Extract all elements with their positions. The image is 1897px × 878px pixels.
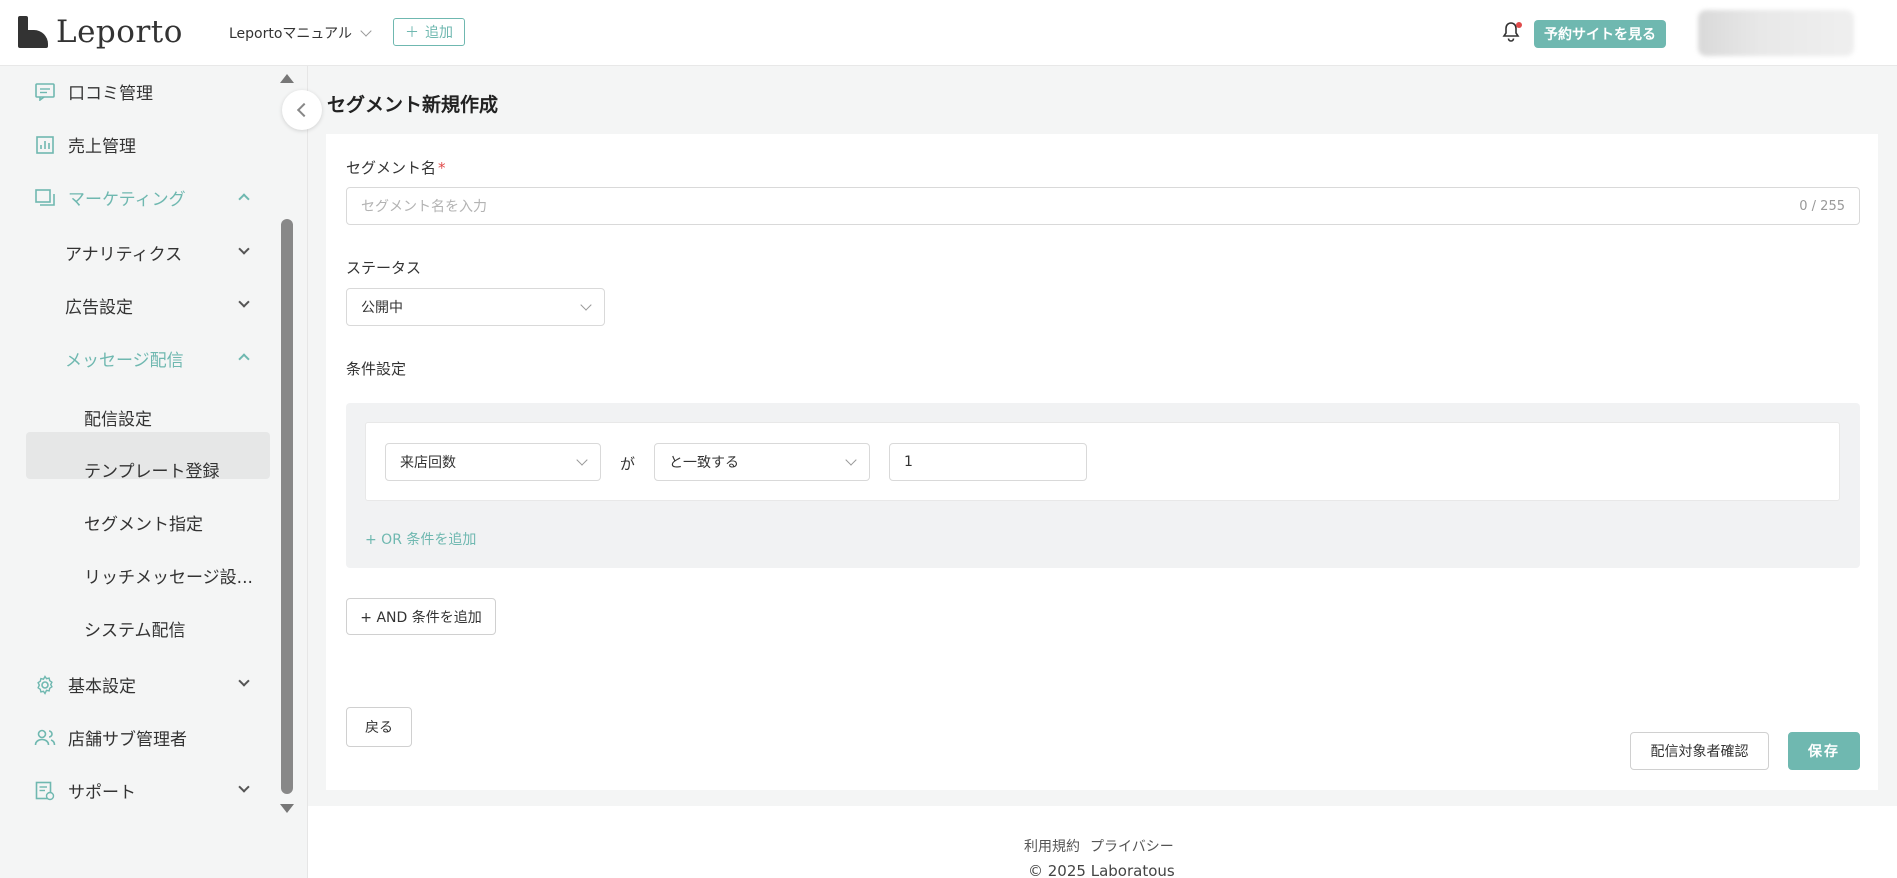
- sidebar-item-label: サポート: [68, 783, 136, 803]
- sidebar-item-label: システム配信: [84, 621, 186, 641]
- sidebar-item-ads[interactable]: 広告設定: [65, 293, 133, 318]
- privacy-link[interactable]: プライバシー: [1090, 836, 1174, 856]
- sidebar-item-support[interactable]: サポート: [34, 778, 136, 803]
- sidebar-item-sales[interactable]: 売上管理: [34, 132, 136, 157]
- condition-field-select[interactable]: 来店回数: [385, 443, 601, 481]
- segment-name-input[interactable]: セグメント名を入力 0 / 255: [346, 187, 1860, 225]
- sidebar-item-label: 広告設定: [65, 298, 133, 318]
- top-header: Leporto Leportoマニュアル ＋ 追加 予約サイトを見る: [0, 0, 1897, 66]
- sidebar-collapse-button[interactable]: [282, 90, 322, 130]
- notification-dot: [1516, 22, 1522, 28]
- sidebar-item-message-delivery[interactable]: メッセージ配信: [65, 346, 184, 371]
- scroll-down-arrow-icon[interactable]: [280, 804, 294, 813]
- sidebar-item-label: 口コミ管理: [68, 84, 153, 104]
- save-button[interactable]: 保存: [1788, 732, 1860, 770]
- terms-link[interactable]: 利用規約: [1024, 836, 1080, 856]
- marketing-icon: [34, 187, 56, 209]
- condition-field-value: 来店回数: [400, 455, 456, 471]
- logo-mark-icon: [18, 16, 48, 48]
- sidebar-item-template-registration[interactable]: テンプレート登録: [84, 457, 220, 482]
- notification-bell-icon[interactable]: [1502, 22, 1522, 44]
- chevron-down-icon: [580, 299, 592, 311]
- add-or-condition-link[interactable]: + OR 条件を追加: [365, 529, 476, 549]
- chevron-down-icon: [238, 296, 250, 308]
- sidebar-item-label: アナリティクス: [65, 245, 183, 265]
- sidebar-item-label: テンプレート登録: [84, 462, 220, 482]
- sidebar-item-rich-message[interactable]: リッチメッセージ設...: [84, 563, 253, 588]
- sidebar-scrollbar-thumb[interactable]: [281, 219, 293, 794]
- sidebar-item-label: セグメント指定: [84, 515, 203, 535]
- sidebar-item-delivery-settings[interactable]: 配信設定: [84, 405, 152, 430]
- manual-select[interactable]: Leportoマニュアル: [229, 23, 372, 43]
- sidebar-item-basic-settings[interactable]: 基本設定: [34, 672, 136, 697]
- add-and-condition-button[interactable]: + AND 条件を追加: [346, 598, 496, 635]
- sidebar-item-analytics[interactable]: アナリティクス: [65, 240, 182, 265]
- leporto-logo[interactable]: Leporto: [18, 14, 183, 50]
- support-icon: [34, 780, 56, 802]
- chevron-down-icon: [360, 25, 372, 37]
- add-button[interactable]: ＋ 追加: [393, 18, 465, 46]
- sidebar-item-marketing[interactable]: マーケティング: [34, 185, 254, 210]
- users-icon: [34, 727, 56, 749]
- sidebar-item-label: マーケティング: [68, 190, 186, 210]
- view-booking-site-button[interactable]: 予約サイトを見る: [1534, 20, 1666, 48]
- status-label: ステータス: [346, 259, 422, 277]
- confirm-recipients-button[interactable]: 配信対象者確認: [1630, 732, 1769, 770]
- page-title: セグメント新規作成: [327, 94, 499, 116]
- chevron-down-icon: [576, 454, 588, 466]
- sidebar-item-label: 基本設定: [68, 677, 136, 697]
- gear-icon: [34, 674, 56, 696]
- status-select[interactable]: 公開中: [346, 288, 605, 326]
- chart-icon: [34, 134, 56, 156]
- segment-name-label-text: セグメント名: [346, 159, 437, 177]
- chevron-down-icon: [845, 454, 857, 466]
- sidebar-item-system-delivery[interactable]: システム配信: [84, 616, 186, 641]
- chevron-up-icon: [238, 353, 250, 365]
- condition-connector: が: [620, 455, 636, 473]
- sidebar: 口コミ管理 売上管理 マーケティング アナリティクス 広告設定 メッセージ配信 …: [0, 66, 308, 878]
- chat-icon: [34, 81, 56, 103]
- chevron-down-icon: [238, 243, 250, 255]
- sidebar-item-label: リッチメッセージ設...: [84, 568, 253, 588]
- logo-text: Leporto: [56, 14, 183, 50]
- chevron-left-icon: [296, 102, 312, 118]
- status-select-value: 公開中: [361, 300, 403, 316]
- user-account-avatar[interactable]: [1698, 10, 1854, 56]
- sidebar-item-label: メッセージ配信: [65, 351, 184, 371]
- footer-links: 利用規約 プライバシー: [1024, 836, 1174, 856]
- condition-operator-value: と一致する: [669, 455, 739, 471]
- sidebar-item-sub-admin[interactable]: 店舗サブ管理者: [34, 725, 187, 750]
- plus-icon: ＋: [405, 25, 419, 41]
- character-counter: 0 / 255: [1799, 198, 1845, 214]
- sidebar-item-reviews[interactable]: 口コミ管理: [34, 79, 153, 104]
- required-mark: *: [438, 159, 446, 177]
- segment-name-label: セグメント名 *: [346, 157, 446, 178]
- condition-operator-select[interactable]: と一致する: [654, 443, 870, 481]
- chevron-down-icon: [238, 675, 250, 687]
- manual-select-label: Leportoマニュアル: [229, 26, 353, 42]
- sidebar-item-label: 売上管理: [68, 137, 136, 157]
- add-button-label: 追加: [425, 25, 453, 41]
- segment-name-placeholder: セグメント名を入力: [361, 199, 487, 215]
- sidebar-item-label: 配信設定: [84, 410, 152, 430]
- back-button[interactable]: 戻る: [346, 707, 412, 747]
- copyright-text: © 2025 Laboratous: [1028, 862, 1175, 878]
- sidebar-item-segment[interactable]: セグメント指定: [84, 510, 203, 535]
- chevron-down-icon: [238, 781, 250, 793]
- condition-value-input[interactable]: 1: [889, 443, 1087, 481]
- condition-settings-label: 条件設定: [346, 360, 407, 378]
- sidebar-item-label: 店舗サブ管理者: [68, 730, 187, 750]
- condition-value: 1: [904, 454, 913, 470]
- scroll-up-arrow-icon[interactable]: [280, 74, 294, 83]
